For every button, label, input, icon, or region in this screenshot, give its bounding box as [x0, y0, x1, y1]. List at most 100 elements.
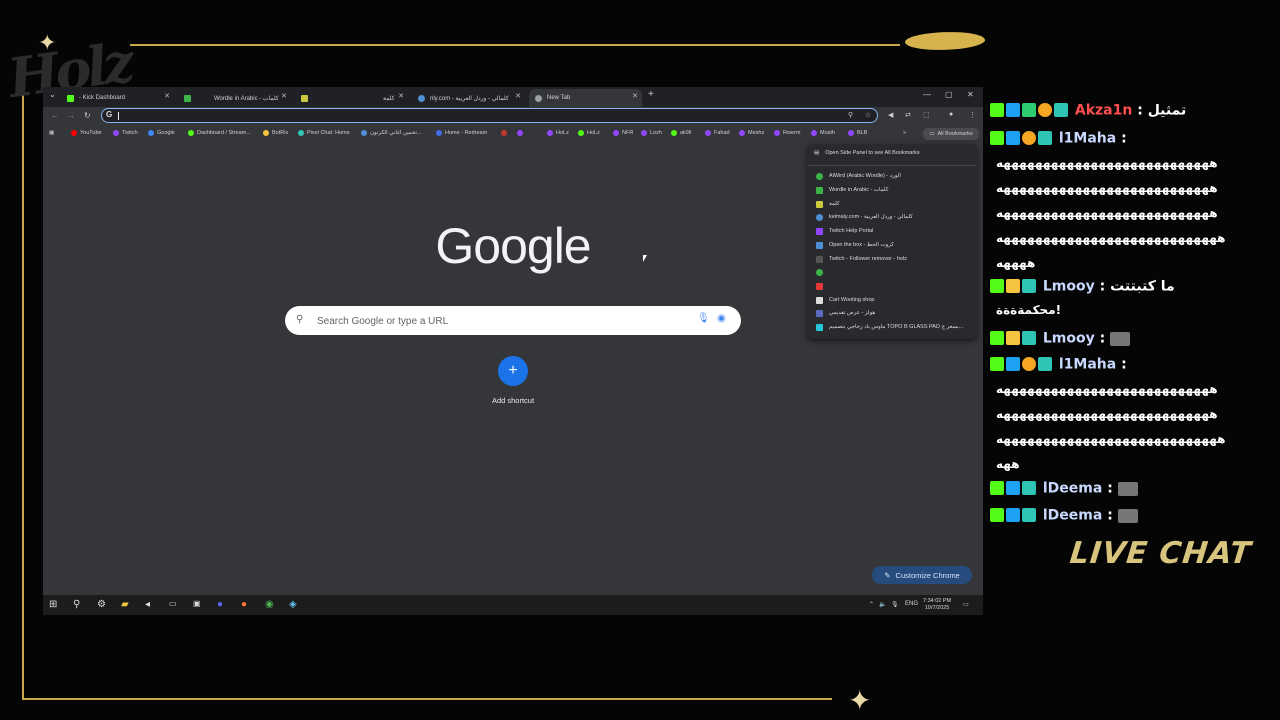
open-side-panel-item[interactable]: ▤ Open Side Panel to see All Bookmarks: [814, 150, 920, 156]
window-close-icon[interactable]: ✕: [967, 90, 974, 99]
address-bar[interactable]: G ⚲ ☆: [101, 108, 878, 123]
language-indicator[interactable]: ENG: [905, 601, 918, 607]
bookmark-rwerm[interactable]: Rwerm: [774, 130, 800, 136]
bookmark-star-icon[interactable]: ☆: [865, 111, 871, 119]
close-icon[interactable]: ✕: [515, 92, 521, 100]
chat-message: lDeema :: [990, 476, 1260, 502]
tab-new-tab[interactable]: New Tab ✕: [529, 89, 642, 107]
chat-message-text: محكمةةةة!: [996, 298, 1258, 323]
bookmark-menu-item[interactable]: كلمة: [816, 199, 840, 209]
bookmark-meshz[interactable]: Meshz: [739, 130, 764, 136]
bookmark-menu-item[interactable]: Twitch - Follower remover - holz: [816, 254, 907, 264]
apps-icon[interactable]: ▦: [49, 130, 54, 136]
bookmark-menu-item[interactable]: Wordle in Arabic - كلمات: [816, 185, 888, 195]
bookmark-youtube[interactable]: YouTube: [71, 130, 102, 136]
bookmark-menu-item[interactable]: ماوس باد زجاجي بتصميم TOPO B GLASS PAD ب…: [816, 322, 963, 332]
back-icon[interactable]: ←: [51, 111, 59, 120]
maximize-icon[interactable]: ▢: [945, 90, 953, 99]
bookmark-blb[interactable]: BLB: [848, 130, 867, 136]
chat-text-line: هههههههههههههههههههههههههههه: [996, 407, 1218, 421]
bookmark-menu-item[interactable]: Twitch Help Portal: [816, 226, 873, 236]
microphone-icon[interactable]: 🎙: [697, 313, 710, 324]
bookmark-nfr[interactable]: NFR: [613, 130, 633, 136]
microphone-icon[interactable]: 🎙: [891, 601, 899, 608]
settings-icon[interactable]: ⚙: [97, 599, 106, 610]
volume-icon[interactable]: 🔈: [879, 601, 886, 608]
bookmark-cartoon[interactable]: تخمين اغاني الكرتون...: [361, 130, 422, 136]
bookmark-menu-item[interactable]: AlWird (Arabic Wordle) - الورد: [816, 171, 901, 181]
twitch-icon: [774, 130, 780, 136]
tab-kelma[interactable]: كلمة ✕: [295, 89, 408, 107]
google-icon: [148, 130, 154, 136]
bookmark-label: Home - Redream: [445, 130, 488, 136]
windows-start-icon[interactable]: ⊞: [49, 599, 57, 610]
bookmark-menu-item[interactable]: Open the box - كروت الحظ: [816, 240, 894, 250]
close-icon[interactable]: ✕: [632, 92, 638, 100]
bookmark-menu-item[interactable]: هولز - عرض تقديمي: [816, 308, 875, 318]
add-shortcut-button[interactable]: +: [498, 356, 528, 386]
chat-text-line: هههههههههههههههههههههههههههه: [996, 181, 1218, 195]
lens-icon[interactable]: ◉: [717, 313, 726, 324]
discord-icon[interactable]: ●: [217, 599, 223, 610]
twitch-icon: [816, 227, 823, 235]
bookmark-label: Pixel Chat: Home: [307, 130, 350, 136]
chat-username: Akza1n: [1074, 102, 1133, 119]
bookmark-botrix[interactable]: BotRix: [263, 130, 288, 136]
zoom-icon[interactable]: ⚲: [848, 111, 853, 119]
bookmark-redream[interactable]: Home - Redream: [436, 130, 487, 136]
bookmark-fahad[interactable]: Fahad: [705, 130, 730, 136]
menu-icon[interactable]: ⋮: [969, 111, 976, 119]
chrome-icon: [535, 94, 542, 102]
bookmark-twitch[interactable]: Twitch: [113, 130, 138, 136]
avatar[interactable]: ●: [949, 111, 953, 118]
bookmark-menu-item[interactable]: Cart Wooting shop: [816, 295, 874, 305]
bookmark-dashboard[interactable]: Dashboard / Stream...: [188, 130, 251, 136]
chrome-icon[interactable]: ◉: [265, 599, 274, 610]
bookmark-menu-item[interactable]: [816, 267, 829, 277]
bookmark-menu-item[interactable]: kelmaly.com - كلمالي - وردل العربية: [816, 212, 913, 222]
tab-kelmaly[interactable]: nly.com - كلمالي - وردل العربية ✕: [412, 89, 525, 107]
bookmark-musth[interactable]: Musth: [811, 130, 835, 136]
bookmark-google[interactable]: Google: [148, 130, 175, 136]
tab-kick-dashboard[interactable]: - Kick Dashboard ✕: [61, 89, 174, 107]
bookmark-lozh[interactable]: Lozh: [641, 130, 662, 136]
reload-icon[interactable]: ↻: [84, 111, 91, 120]
new-tab-button[interactable]: +: [648, 89, 654, 100]
bookmark-label: Fahad: [714, 130, 730, 136]
chevron-right-icon[interactable]: »: [903, 130, 906, 136]
chevron-up-icon[interactable]: ⌃: [869, 601, 874, 608]
notification-icon[interactable]: ▭: [963, 601, 969, 608]
bookmark-holz-kick[interactable]: HoLz: [578, 130, 600, 136]
steam-icon[interactable]: ◈: [289, 599, 297, 610]
tab-search-icon[interactable]: ⌄: [49, 90, 56, 99]
customize-chrome-button[interactable]: ✎ Customize Chrome: [872, 566, 972, 584]
all-bookmarks-button[interactable]: ▭ All Bookmarks: [923, 128, 979, 140]
bookmark-icon-only[interactable]: [517, 130, 526, 136]
file-explorer-icon[interactable]: ▰: [121, 599, 129, 610]
kick-icon: [671, 130, 677, 136]
terminal-icon[interactable]: ▣: [193, 599, 201, 608]
bookmark-icon-only[interactable]: [501, 130, 510, 136]
bookmark-holz[interactable]: HoLz: [547, 130, 569, 136]
search-box[interactable]: ⚲ 🎙 ◉: [285, 306, 741, 335]
bookmark-menu-item[interactable]: [816, 281, 829, 291]
search-icon[interactable]: ⚲: [73, 599, 80, 610]
close-icon[interactable]: ✕: [281, 92, 287, 100]
bookmark-pixel-chat[interactable]: Pixel Chat: Home: [298, 130, 350, 136]
app-icon[interactable]: ◂: [145, 599, 150, 610]
bookmark-ak9ll[interactable]: ak9ll: [671, 130, 691, 136]
close-icon[interactable]: ✕: [164, 92, 170, 100]
firefox-icon[interactable]: ●: [241, 599, 247, 610]
clock[interactable]: 7:34:02 PM 10/7/2025: [923, 598, 951, 612]
extension-icon[interactable]: ⇄: [905, 111, 911, 119]
extension-icon[interactable]: ◀: [888, 111, 893, 119]
puzzle-icon[interactable]: ⬚: [923, 111, 930, 119]
app-icon[interactable]: ▭: [169, 599, 177, 608]
minimize-icon[interactable]: —: [923, 90, 931, 99]
bookmark-label: BotRix: [272, 130, 289, 136]
close-icon[interactable]: ✕: [398, 92, 404, 100]
tab-wordle-arabic[interactable]: Wordle in Arabic - كلمات ✕: [178, 89, 291, 107]
search-input[interactable]: [315, 312, 679, 331]
tab-title: Wordle in Arabic - كلمات: [214, 95, 279, 102]
forward-icon[interactable]: →: [67, 111, 75, 120]
